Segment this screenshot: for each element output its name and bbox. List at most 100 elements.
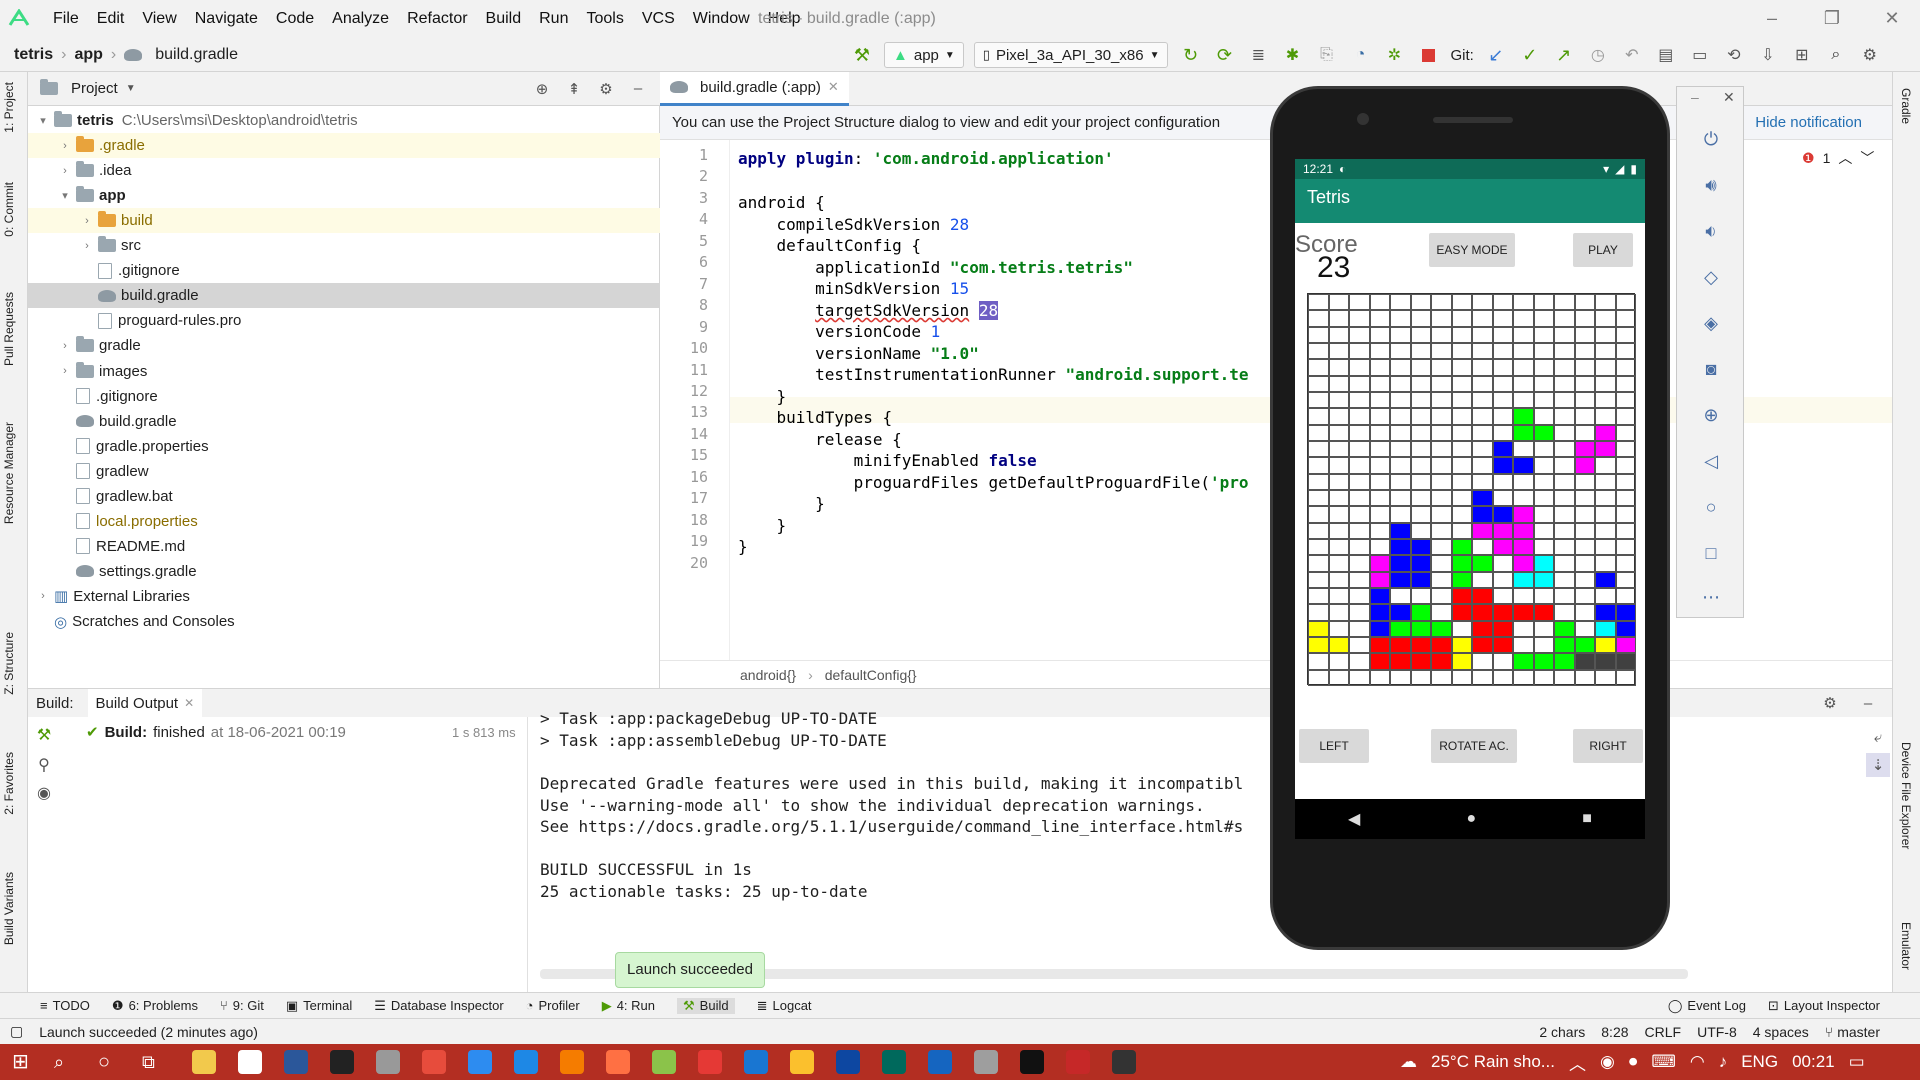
git-push-icon[interactable]: ↗ (1552, 43, 1576, 67)
left-button[interactable]: LEFT (1299, 729, 1369, 763)
tool-device-file-explorer-tab[interactable]: Device File Explorer (1899, 742, 1913, 849)
teams-icon[interactable] (468, 1050, 492, 1074)
sublime-icon[interactable] (560, 1050, 584, 1074)
tool-pull-requests-tab[interactable]: Pull Requests (2, 292, 16, 366)
home-icon[interactable]: ● (1466, 810, 1476, 828)
menu-analyze[interactable]: Analyze (323, 0, 398, 38)
profile-icon[interactable]: ◔ (1348, 43, 1372, 67)
status-encoding[interactable]: UTF-8 (1697, 1024, 1737, 1040)
tree-build-dir[interactable]: › build (28, 208, 660, 234)
volume-up-icon[interactable]: 🔊︎ (1701, 175, 1721, 195)
camera-icon[interactable]: ◙ (1701, 359, 1721, 379)
menu-navigate[interactable]: Navigate (186, 0, 267, 38)
notepadpp-icon[interactable] (652, 1050, 676, 1074)
mic-icon[interactable]: ⏺ (1629, 1052, 1638, 1072)
scroll-to-end-icon[interactable]: ⇣ (1866, 753, 1890, 777)
menu-run[interactable]: Run (530, 0, 577, 38)
tree-src-dir[interactable]: › src (28, 233, 660, 258)
crumb-file[interactable]: build.gradle (155, 46, 238, 64)
tree-root[interactable]: ▾ tetris C:\Users\msi\Desktop\android\tetr… (28, 108, 660, 133)
build-result-row[interactable]: ✔ Build: finished at 18-06-2021 00:19 (86, 723, 346, 742)
make-project-icon[interactable]: ⚒ (850, 43, 874, 67)
hide-panel-icon[interactable]: – (1856, 691, 1880, 715)
rotate-button[interactable]: ROTATE AC. (1431, 729, 1517, 763)
apply-code-changes-icon[interactable]: ⟳ (1212, 43, 1236, 67)
phone-screen[interactable]: 12:21 ◐ ▾ ◢ ▮ Tetris Score 23 EASY MODE … (1295, 159, 1645, 839)
rotate-right-icon[interactable]: ◈ (1701, 313, 1721, 333)
task-view-icon[interactable]: ⧉ (142, 1050, 166, 1074)
tree-scratches[interactable]: ◎ Scratches and Consoles (28, 609, 660, 634)
build-output-tab[interactable]: Build Output ✕ (87, 689, 203, 717)
anydesk-icon[interactable] (422, 1050, 446, 1074)
chevron-right-icon[interactable]: › (36, 590, 50, 602)
database-app-icon[interactable] (376, 1050, 400, 1074)
tree-gradle-dir[interactable]: › .gradle (28, 133, 660, 159)
play-button[interactable]: PLAY (1573, 233, 1633, 267)
pin-icon[interactable]: ⚲ (32, 753, 56, 777)
tab-profiler[interactable]: ◔ Profiler (526, 998, 580, 1013)
editor-crumb-defaultconfig[interactable]: defaultConfig{} (825, 667, 917, 683)
home-icon[interactable]: ○ (1701, 497, 1721, 517)
status-message[interactable]: Launch succeeded (2 minutes ago) (39, 1024, 258, 1040)
chevron-up-icon[interactable]: ︿ (1569, 1050, 1586, 1075)
back-icon[interactable]: ◁ (1701, 451, 1721, 471)
gear-icon[interactable]: ⚙ (1818, 691, 1842, 715)
outlook-icon[interactable] (836, 1050, 860, 1074)
close-icon[interactable]: ✕ (1723, 89, 1735, 106)
tab-run[interactable]: ▶ 4: Run (602, 998, 655, 1014)
attach-debugger-icon[interactable]: ⎘ (1314, 43, 1338, 67)
menu-refactor[interactable]: Refactor (398, 0, 476, 38)
vpn-icon[interactable] (928, 1050, 952, 1074)
android-studio-icon[interactable] (1112, 1050, 1136, 1074)
coverage-icon[interactable]: ✲ (1382, 43, 1406, 67)
terminal-app-icon[interactable] (1020, 1050, 1044, 1074)
tetris-board[interactable] (1307, 293, 1636, 686)
rotate-left-icon[interactable]: ◇ (1701, 267, 1721, 287)
history-icon[interactable]: ◷ (1586, 43, 1610, 67)
tool-favorites-tab[interactable]: 2: Favorites (2, 752, 16, 815)
emulator-minimize-icon[interactable]: – (1691, 89, 1699, 105)
back-icon[interactable]: ◀ (1348, 809, 1360, 829)
tool-commit-tab[interactable]: 0: Commit (2, 182, 16, 237)
maximize-icon[interactable]: ❐ (1822, 8, 1842, 28)
build-hammer-icon[interactable]: ⚒ (32, 723, 56, 747)
word-icon[interactable] (284, 1050, 308, 1074)
debug-icon[interactable]: ✱ (1280, 43, 1304, 67)
project-structure-icon[interactable]: ▤ (1654, 43, 1678, 67)
tree-app-module[interactable]: ▾ app (28, 183, 660, 208)
avd-manager-icon[interactable]: ▭ (1688, 43, 1712, 67)
tab-logcat[interactable]: ≣ Logcat (757, 998, 812, 1014)
status-indent[interactable]: 4 spaces (1753, 1024, 1809, 1040)
tree-gradle-properties[interactable]: gradle.properties (28, 434, 660, 459)
firefox-icon[interactable] (606, 1050, 630, 1074)
wifi-icon[interactable]: ◠ (1690, 1052, 1705, 1072)
sdk-manager-icon[interactable]: ⇩ (1756, 43, 1780, 67)
language-indicator[interactable]: ENG (1741, 1052, 1778, 1072)
close-icon[interactable]: ✕ (828, 79, 839, 95)
chevron-right-icon[interactable]: › (58, 140, 72, 152)
tree-idea-dir[interactable]: › .idea (28, 158, 660, 183)
stop-icon[interactable] (1416, 43, 1440, 67)
menu-build[interactable]: Build (477, 0, 531, 38)
tree-app-build-gradle[interactable]: build.gradle (28, 283, 660, 309)
weather-text[interactable]: 25°C Rain sho... (1431, 1052, 1555, 1072)
tool-gradle-tab[interactable]: Gradle (1899, 88, 1913, 124)
rollback-icon[interactable]: ↶ (1620, 43, 1644, 67)
tool-emulator-tab[interactable]: Emulator (1899, 922, 1913, 970)
menu-edit[interactable]: Edit (88, 0, 134, 38)
gear-icon[interactable]: ⚙ (594, 77, 618, 101)
menu-vcs[interactable]: VCS (633, 0, 684, 38)
app-icon[interactable] (698, 1050, 722, 1074)
hide-panel-icon[interactable]: – (626, 77, 650, 101)
search-icon[interactable]: ⌕ (1824, 43, 1848, 67)
store-icon[interactable] (514, 1050, 538, 1074)
chrome-alt-icon[interactable] (1066, 1050, 1090, 1074)
menu-window[interactable]: Window (684, 0, 759, 38)
tree-proguard[interactable]: proguard-rules.pro (28, 308, 660, 333)
git-commit-icon[interactable]: ✓ (1518, 43, 1542, 67)
tab-problems[interactable]: ❶ 6: Problems (112, 998, 198, 1014)
tree-build-gradle[interactable]: build.gradle (28, 409, 660, 434)
crumb-project[interactable]: tetris (14, 46, 53, 64)
keyboard-icon[interactable]: ⌨ (1651, 1052, 1676, 1072)
notification-icon[interactable]: ▭ (1849, 1052, 1865, 1072)
